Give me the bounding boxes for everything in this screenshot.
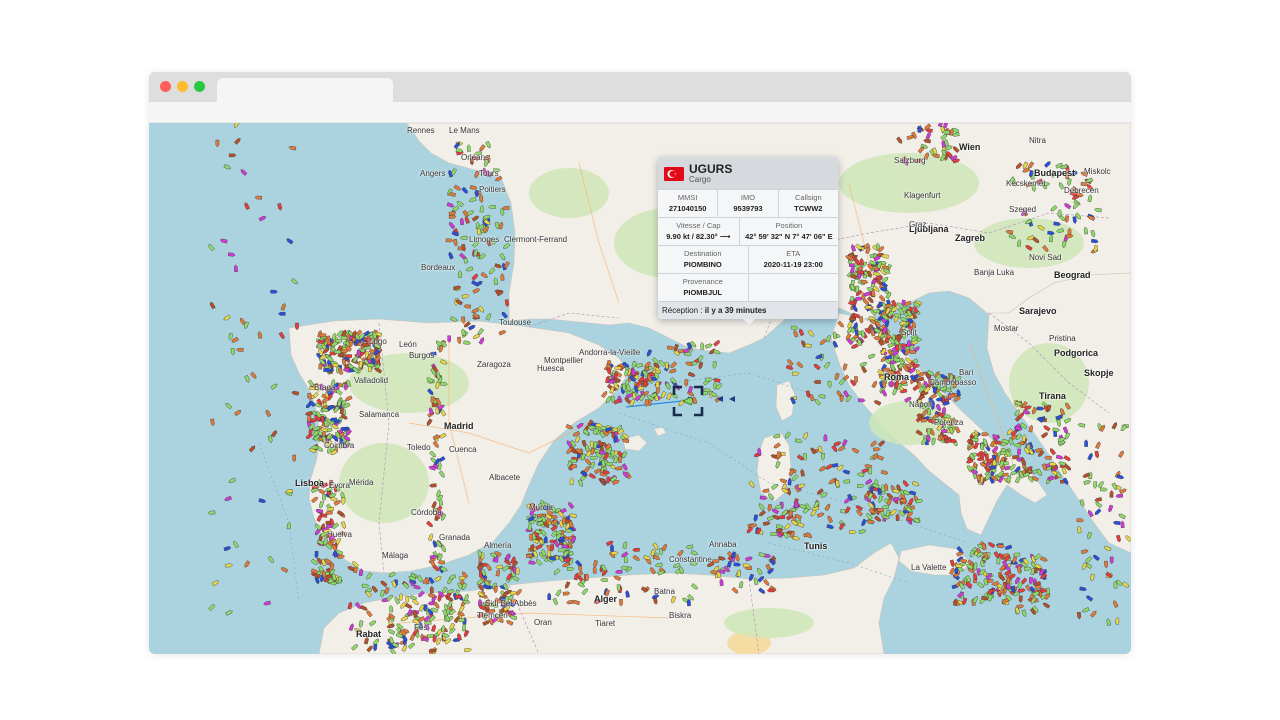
callsign-cell: Callsign TCWW2 [777, 190, 838, 217]
popup-row-ids: MMSI 271040150 IMO 9539793 Callsign TCWW… [658, 189, 838, 217]
title-bar [149, 72, 1131, 102]
provenance-cell: Provenance PIOMBJUL [658, 274, 748, 301]
eta-cell: ETA 2020-11-19 23:00 [747, 246, 839, 273]
minimize-window-button[interactable] [177, 81, 188, 92]
speed-label: Vitesse / Cap [676, 221, 721, 230]
mmsi-value: 271040150 [668, 204, 707, 213]
destination-cell: Destination PIOMBINO [658, 246, 748, 273]
vessel-name: UGURS [689, 162, 733, 176]
reception-value: il y a 39 minutes [704, 306, 767, 315]
vessel-type: Cargo [689, 175, 711, 184]
turkey-flag-icon [664, 167, 684, 181]
map-viewport[interactable]: Rennes Le Mans Orléans Angers Tours Poitiers L… [149, 123, 1131, 654]
popup-row-origin: Provenance PIOMBJUL [658, 273, 838, 301]
position-cell: Position 42° 59' 32" N 7° 47' 06" E [738, 218, 838, 245]
eta-value: 2020-11-19 23:00 [763, 260, 823, 269]
position-label: Position [775, 221, 803, 230]
popup-footer: Réception : il y a 39 minutes [658, 301, 838, 319]
eta-label: ETA [786, 249, 801, 258]
close-window-button[interactable] [160, 81, 171, 92]
mmsi-cell: MMSI 271040150 [658, 190, 717, 217]
destination-label: Destination [683, 249, 722, 258]
imo-cell: IMO 9539793 [717, 190, 777, 217]
imo-value: 9539793 [733, 204, 763, 213]
address-bar[interactable] [149, 102, 1131, 123]
map-canvas[interactable] [149, 123, 1131, 654]
browser-window: Rennes Le Mans Orléans Angers Tours Poitiers L… [149, 72, 1131, 654]
maximize-window-button[interactable] [194, 81, 205, 92]
selected-vessel-target-icon[interactable] [672, 385, 704, 417]
popup-row-voyage: Destination PIOMBINO ETA 2020-11-19 23:0… [658, 245, 838, 273]
speed-value: 9.90 kt / 82.30° ⟶ [666, 232, 731, 241]
browser-tab[interactable] [217, 78, 393, 102]
provenance-value: PIOMBJUL [683, 288, 723, 297]
popup-row-motion: Vitesse / Cap 9.90 kt / 82.30° ⟶ Positio… [658, 217, 838, 245]
position-value: 42° 59' 32" N 7° 47' 06" E [745, 232, 833, 241]
mmsi-label: MMSI [677, 193, 698, 202]
vessel-info-popup: UGURS Cargo MMSI 271040150 IMO 9539793 C… [658, 157, 838, 325]
provenance-label: Provenance [682, 277, 723, 286]
destination-value: PIOMBINO [683, 260, 722, 269]
callsign-label: Callsign [794, 193, 822, 202]
speed-cell: Vitesse / Cap 9.90 kt / 82.30° ⟶ [658, 218, 739, 245]
callsign-value: TCWW2 [794, 204, 823, 213]
imo-label: IMO [740, 193, 756, 202]
reception-label: Réception : [662, 306, 703, 315]
popup-header: UGURS Cargo [658, 157, 838, 189]
empty-cell [747, 274, 839, 301]
